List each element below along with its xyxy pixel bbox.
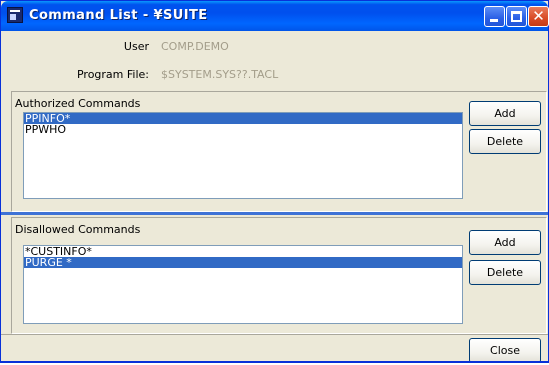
list-item[interactable]: *CUSTINFO* — [24, 246, 462, 257]
maximize-button[interactable] — [506, 6, 527, 27]
add-authorized-button[interactable]: Add — [469, 101, 541, 126]
title-bar[interactable]: Command List - ¥SUITE ✕ — [1, 1, 549, 31]
user-label: User — [123, 40, 149, 53]
delete-authorized-button[interactable]: Delete — [469, 129, 541, 154]
footer-bar: Close — [1, 334, 548, 363]
user-value: COMP.DEMO — [161, 40, 229, 53]
list-item[interactable]: PPINFO* — [24, 113, 462, 124]
authorized-commands-panel: Authorized Commands PPINFO* PPWHO Add De… — [11, 91, 547, 212]
program-file-value: $SYSTEM.SYS??.TACL — [161, 68, 279, 81]
list-item[interactable]: PPWHO — [24, 124, 462, 135]
close-button[interactable]: Close — [469, 338, 541, 363]
add-disallowed-button[interactable]: Add — [469, 230, 541, 255]
program-file-label: Program File: — [76, 68, 149, 81]
minimize-icon — [490, 19, 498, 22]
authorized-commands-title: Authorized Commands — [15, 97, 141, 110]
close-window-button[interactable]: ✕ — [528, 6, 549, 27]
close-icon: ✕ — [532, 7, 545, 25]
list-item[interactable]: PURGE * — [24, 257, 462, 268]
window-title: Command List - ¥SUITE — [29, 8, 208, 23]
disallowed-commands-panel: Disallowed Commands *CUSTINFO* PURGE * A… — [11, 217, 547, 334]
minimize-button[interactable] — [484, 6, 505, 27]
maximize-icon — [511, 11, 522, 22]
app-icon — [7, 7, 23, 23]
command-list-window: Command List - ¥SUITE ✕ User COMP.DEMO P… — [0, 0, 549, 363]
disallowed-commands-list[interactable]: *CUSTINFO* PURGE * — [23, 245, 463, 324]
window-bottom-border — [0, 361, 549, 363]
disallowed-commands-title: Disallowed Commands — [15, 223, 141, 236]
authorized-commands-list[interactable]: PPINFO* PPWHO — [23, 112, 463, 199]
delete-disallowed-button[interactable]: Delete — [469, 260, 541, 285]
section-divider — [1, 212, 548, 215]
